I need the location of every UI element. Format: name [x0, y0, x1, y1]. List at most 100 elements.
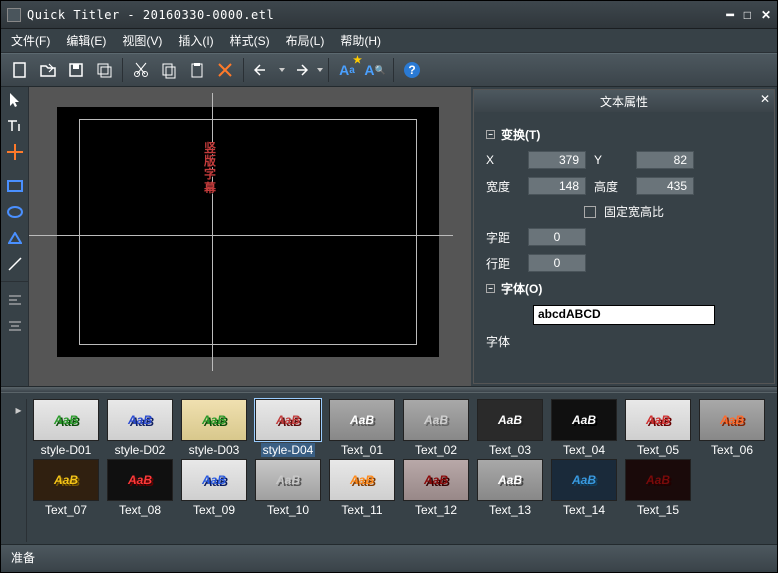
zoom-fit-button[interactable]: A🔍	[362, 57, 388, 83]
save-button[interactable]	[63, 57, 89, 83]
menu-file[interactable]: 文件(F)	[11, 32, 50, 49]
y-label: Y	[594, 153, 628, 167]
menu-insert[interactable]: 插入(I)	[178, 32, 213, 49]
style-thumb: AaB	[625, 459, 691, 501]
canvas[interactable]: 竖 版 字 幕	[57, 107, 439, 357]
style-caption: style-D01	[41, 443, 92, 457]
style-preset-style-D02[interactable]: AaBstyle-D02	[105, 399, 175, 457]
minimize-button[interactable]: ━	[726, 8, 733, 22]
lock-aspect-checkbox[interactable]	[584, 206, 596, 218]
panel-close-icon[interactable]: ✕	[760, 92, 770, 106]
properties-panel: 文本属性 ✕ − 变换(T) X 379 Y 82 宽度 148 高度 435	[473, 89, 775, 384]
style-preset-Text_04[interactable]: AaBText_04	[549, 399, 619, 457]
style-preset-style-D03[interactable]: AaBstyle-D03	[179, 399, 249, 457]
style-preset-Text_11[interactable]: AaBText_11	[327, 459, 397, 517]
width-input[interactable]: 148	[528, 177, 586, 195]
height-input[interactable]: 435	[636, 177, 694, 195]
style-preset-Text_15[interactable]: AaBText_15	[623, 459, 693, 517]
undo-dropdown[interactable]	[279, 68, 285, 72]
leading-label: 行距	[486, 255, 520, 272]
style-preset-style-D04[interactable]: AaBstyle-D04	[253, 399, 323, 457]
menu-style[interactable]: 样式(S)	[230, 32, 270, 49]
gallery-pin-icon[interactable]: ▸	[15, 403, 21, 417]
title-text-object[interactable]: 竖 版 字 幕	[204, 142, 216, 195]
style-preset-Text_02[interactable]: AaBText_02	[401, 399, 471, 457]
export-button[interactable]	[91, 57, 117, 83]
style-thumb: AaB	[107, 399, 173, 441]
align-tool-1[interactable]	[1, 287, 28, 313]
leading-input[interactable]: 0	[528, 254, 586, 272]
align-tool-2[interactable]	[1, 313, 28, 339]
style-preset-Text_01[interactable]: AaB Text_01	[327, 399, 397, 457]
transform-group-header[interactable]: − 变换(T)	[486, 126, 762, 143]
close-button[interactable]: ✕	[761, 8, 771, 22]
redo-dropdown[interactable]	[317, 68, 323, 72]
paste-button[interactable]	[184, 57, 210, 83]
redo-button[interactable]	[287, 57, 313, 83]
text-horizontal-tool[interactable]	[1, 113, 28, 139]
char: 字	[204, 168, 216, 181]
help-button[interactable]: ?	[399, 57, 425, 83]
window-title: Quick Titler - 20160330-0000.etl	[27, 8, 726, 22]
style-caption: Text_08	[119, 503, 161, 517]
style-preset-Text_05[interactable]: AaB Text_05	[623, 399, 693, 457]
style-preset-Text_08[interactable]: AaBText_08	[105, 459, 175, 517]
style-preset-Text_07[interactable]: AaB Text_07	[31, 459, 101, 517]
style-preset-Text_12[interactable]: AaBText_12	[401, 459, 471, 517]
delete-button[interactable]	[212, 57, 238, 83]
collapse-icon[interactable]: −	[486, 130, 495, 139]
style-caption: Text_05	[637, 443, 679, 457]
maximize-button[interactable]: □	[744, 8, 751, 22]
undo-button[interactable]	[249, 57, 275, 83]
style-preset-Text_09[interactable]: AaBText_09	[179, 459, 249, 517]
panel-header[interactable]: 文本属性 ✕	[474, 90, 774, 112]
open-button[interactable]	[35, 57, 61, 83]
style-caption: style-D04	[261, 443, 316, 457]
style-preset-Text_10[interactable]: AaBText_10	[253, 459, 323, 517]
menubar: 文件(F) 编辑(E) 视图(V) 插入(I) 样式(S) 布局(L) 帮助(H…	[1, 29, 777, 53]
text-vertical-tool[interactable]	[1, 139, 28, 165]
copy-button[interactable]	[156, 57, 182, 83]
menu-help[interactable]: 帮助(H)	[340, 32, 381, 49]
style-thumb: AaB	[699, 399, 765, 441]
select-tool[interactable]	[1, 87, 28, 113]
style-gallery: ▸ AaBstyle-D01AaBstyle-D02AaBstyle-D03Aa…	[1, 392, 777, 544]
style-thumb: AaB	[33, 459, 99, 501]
style-preset-Text_14[interactable]: AaBText_14	[549, 459, 619, 517]
canvas-area[interactable]: 竖 版 字 幕	[29, 87, 471, 386]
kerning-label: 字距	[486, 229, 520, 246]
font-group-header[interactable]: − 字体(O)	[486, 280, 762, 297]
style-thumb: AaB	[181, 399, 247, 441]
menu-layout[interactable]: 布局(L)	[286, 32, 325, 49]
tool-panel	[1, 87, 29, 386]
statusbar: 准备	[1, 544, 777, 570]
kerning-input[interactable]: 0	[528, 228, 586, 246]
line-tool[interactable]	[1, 251, 28, 277]
y-input[interactable]: 82	[636, 151, 694, 169]
triangle-tool[interactable]	[1, 225, 28, 251]
menu-edit[interactable]: 编辑(E)	[66, 32, 106, 49]
collapse-icon[interactable]: −	[486, 284, 495, 293]
style-caption: Text_07	[45, 503, 87, 517]
style-thumb: AaB	[329, 399, 395, 441]
ellipse-tool[interactable]	[1, 199, 28, 225]
new-button[interactable]	[7, 57, 33, 83]
font-sample: abcdABCD	[533, 305, 715, 325]
style-preset-style-D01[interactable]: AaBstyle-D01	[31, 399, 101, 457]
style-thumb: AaB	[403, 399, 469, 441]
style-thumb: AaB	[181, 459, 247, 501]
style-preset-Text_06[interactable]: AaBText_06	[697, 399, 767, 457]
style-caption: Text_01	[341, 443, 383, 457]
style-caption: Text_12	[415, 503, 457, 517]
height-label: 高度	[594, 178, 628, 195]
cut-button[interactable]	[128, 57, 154, 83]
rectangle-tool[interactable]	[1, 173, 28, 199]
style-preset-Text_03[interactable]: AaBText_03	[475, 399, 545, 457]
style-thumb: AaB	[477, 399, 543, 441]
style-picker-button[interactable]: Aa★	[334, 57, 360, 83]
style-thumb: AaB	[625, 399, 691, 441]
menu-view[interactable]: 视图(V)	[122, 32, 162, 49]
style-preset-Text_13[interactable]: AaBText_13	[475, 459, 545, 517]
x-input[interactable]: 379	[528, 151, 586, 169]
style-caption: Text_04	[563, 443, 605, 457]
